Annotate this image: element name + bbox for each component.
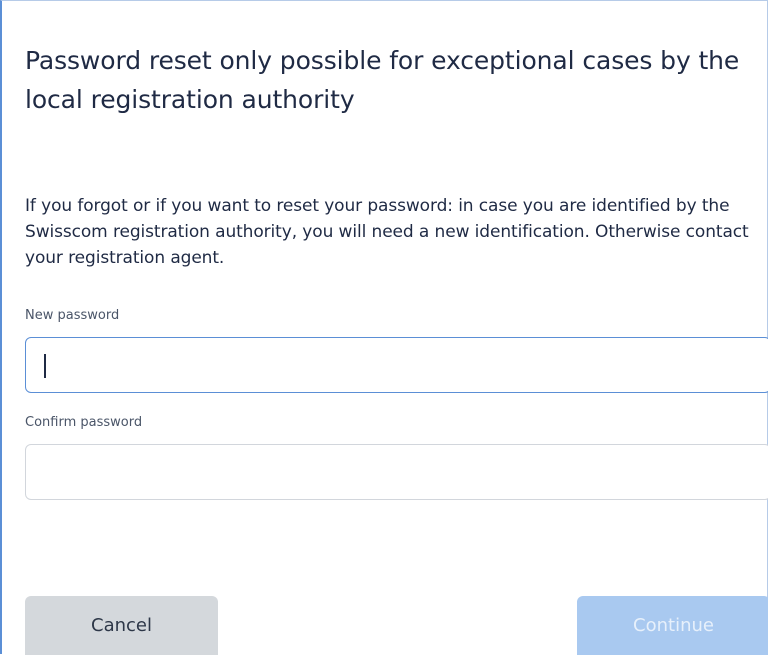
new-password-label: New password <box>25 308 120 323</box>
password-reset-dialog: Password reset only possible for excepti… <box>0 0 768 655</box>
continue-button[interactable]: Continue <box>577 596 768 655</box>
confirm-password-input[interactable] <box>25 444 768 500</box>
dialog-title: Password reset only possible for excepti… <box>25 46 740 114</box>
text-cursor <box>44 354 46 378</box>
confirm-password-label: Confirm password <box>25 415 143 430</box>
dialog-description: If you forgot or if you want to reset yo… <box>25 196 749 268</box>
new-password-input[interactable] <box>25 337 768 393</box>
cancel-button[interactable]: Cancel <box>25 596 218 655</box>
